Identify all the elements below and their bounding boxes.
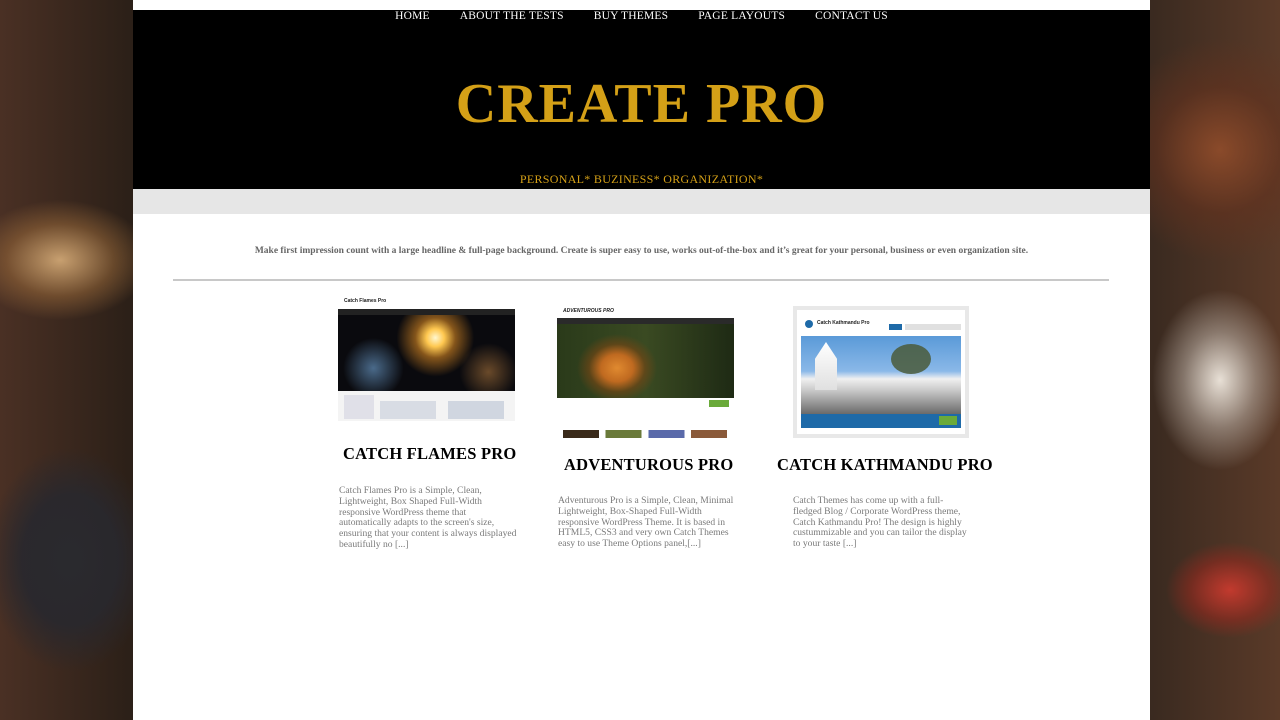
theme-thumbnail-catch-kathmandu[interactable]: Catch Kathmandu Pro — [793, 306, 969, 438]
theme-thumbnail-catch-flames[interactable]: Catch Flames Pro — [338, 297, 515, 428]
site-title[interactable]: CREATE PRO — [133, 72, 1150, 136]
thumb-sidebar — [344, 395, 374, 419]
section-divider — [173, 279, 1109, 281]
nav-contact-us[interactable]: CONTACT US — [815, 10, 888, 22]
thumb-promo-band — [557, 398, 734, 420]
thumb-header: Catch Flames Pro — [338, 297, 515, 309]
card-description-catch-kathmandu: Catch Themes has come up with a full-fle… — [793, 495, 967, 550]
card-title-catch-kathmandu[interactable]: CATCH KATHMANDU PRO — [777, 455, 993, 475]
thumb-page: Catch Kathmandu Pro — [797, 310, 965, 434]
thumb-tiger-hero — [557, 324, 734, 398]
main-navigation: HOME ABOUT THE TESTS BUY THEMES PAGE LAY… — [133, 0, 1150, 32]
thumb-screenshot — [448, 401, 504, 419]
header-separator-band — [133, 189, 1150, 214]
page-container: CREATE PRO PERSONAL* BUZINESS* ORGANIZAT… — [133, 0, 1150, 720]
intro-text: Make first impression count with a large… — [254, 246, 1029, 256]
thumb-caption-bar — [801, 414, 961, 428]
thumb-fireworks-hero — [338, 315, 515, 391]
card-title-catch-flames[interactable]: CATCH FLAMES PRO — [343, 444, 516, 464]
thumb-green-button — [709, 400, 729, 407]
thumb-header: ADVENTUROUS PRO — [557, 306, 734, 318]
thumb-nav — [889, 324, 961, 330]
thumb-buy-button — [939, 416, 957, 425]
thumb-site-name: Catch Flames Pro — [344, 298, 387, 304]
thumb-featured-strip — [563, 430, 727, 438]
thumb-site-name: ADVENTUROUS PRO — [563, 308, 614, 314]
card-title-adventurous[interactable]: ADVENTUROUS PRO — [564, 455, 733, 475]
nav-buy-themes[interactable]: BUY THEMES — [594, 10, 669, 22]
nav-page-layouts[interactable]: PAGE LAYOUTS — [698, 10, 785, 22]
nav-home[interactable]: HOME — [395, 10, 430, 22]
card-description-catch-flames: Catch Flames Pro is a Simple, Clean, Lig… — [339, 485, 517, 550]
nav-about-the-tests[interactable]: ABOUT THE TESTS — [460, 10, 564, 22]
site-tagline: PERSONAL* BUZINESS* ORGANIZATION* — [519, 172, 764, 186]
card-description-adventurous: Adventurous Pro is a Simple, Clean, Mini… — [558, 495, 734, 550]
thumb-logo-icon — [805, 320, 813, 328]
thumb-site-name: Catch Kathmandu Pro — [817, 320, 870, 326]
thumb-tree — [891, 344, 931, 374]
site-header: CREATE PRO PERSONAL* BUZINESS* ORGANIZAT… — [133, 10, 1150, 189]
theme-thumbnail-adventurous[interactable]: ADVENTUROUS PRO — [557, 306, 734, 438]
thumb-screenshot — [380, 401, 436, 419]
